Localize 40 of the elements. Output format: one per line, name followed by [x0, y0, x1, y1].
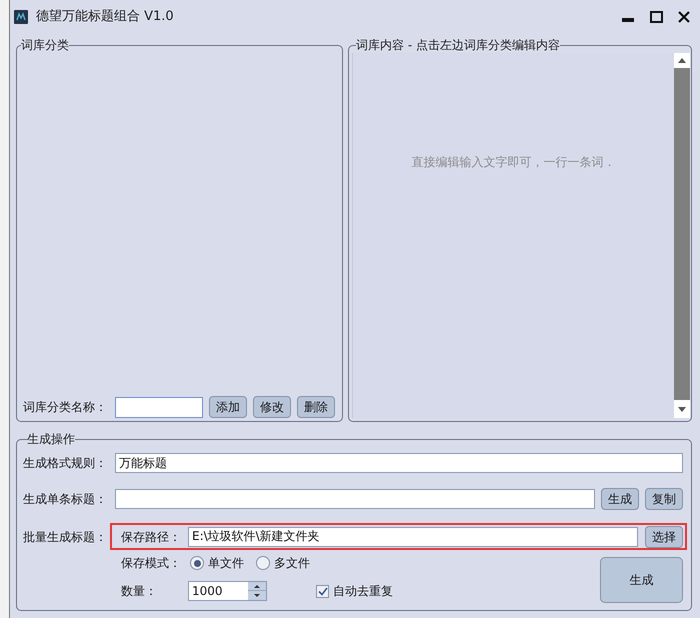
- category-name-field[interactable]: [115, 396, 203, 418]
- generate-button[interactable]: 生成: [600, 557, 683, 603]
- radio-button[interactable]: [190, 556, 204, 570]
- scroll-down-icon: [678, 406, 686, 412]
- category-action-button[interactable]: 删除: [297, 396, 335, 418]
- single-title-button[interactable]: 复制: [645, 488, 683, 510]
- checkbox[interactable]: [316, 584, 329, 598]
- spin-up-button[interactable]: [248, 582, 266, 591]
- spin-up-icon: [254, 584, 260, 588]
- category-name-label: 词库分类名称：: [23, 399, 108, 416]
- group-title: 词库分类: [21, 38, 69, 53]
- radio-label[interactable]: 单文件: [208, 554, 244, 572]
- count-label: 数量：: [121, 583, 158, 600]
- radio-button[interactable]: [256, 556, 270, 570]
- window-title: 德望万能标题组合 V1.0: [36, 8, 174, 26]
- scroll-up-icon: [678, 58, 686, 63]
- batch-title-label: 批量生成标题：: [23, 528, 108, 546]
- format-rule-label: 生成格式规则：: [23, 455, 108, 472]
- save-path-field[interactable]: E:\垃圾软件\新建文件夹: [188, 526, 638, 546]
- choose-button[interactable]: 选择: [645, 526, 683, 548]
- checkbox-label[interactable]: 自动去重复: [333, 582, 393, 600]
- check-icon: [318, 586, 328, 596]
- close-icon: [678, 11, 690, 23]
- group-title: 词库内容 - 点击左边词库分类编辑内容: [356, 38, 560, 53]
- radio-label[interactable]: 多文件: [274, 554, 310, 572]
- single-title-label: 生成单条标题：: [23, 491, 108, 508]
- spin-down-icon: [254, 594, 260, 597]
- app-icon: [14, 10, 28, 24]
- category-action-button[interactable]: 添加: [209, 396, 247, 418]
- save-mode-label: 保存模式：: [121, 555, 182, 572]
- single-title-field[interactable]: [115, 489, 595, 509]
- format-rule-field[interactable]: 万能标题: [115, 453, 683, 473]
- maximize-icon: [650, 11, 662, 23]
- save-path-label: 保存路径：: [121, 528, 182, 546]
- spin-down-button[interactable]: [248, 591, 266, 600]
- single-title-button[interactable]: 生成: [601, 488, 639, 510]
- group-title: 生成操作: [27, 432, 75, 447]
- category-action-button[interactable]: 修改: [253, 396, 291, 418]
- count-spinner[interactable]: 1000: [188, 581, 267, 601]
- minimize-icon: [622, 18, 634, 22]
